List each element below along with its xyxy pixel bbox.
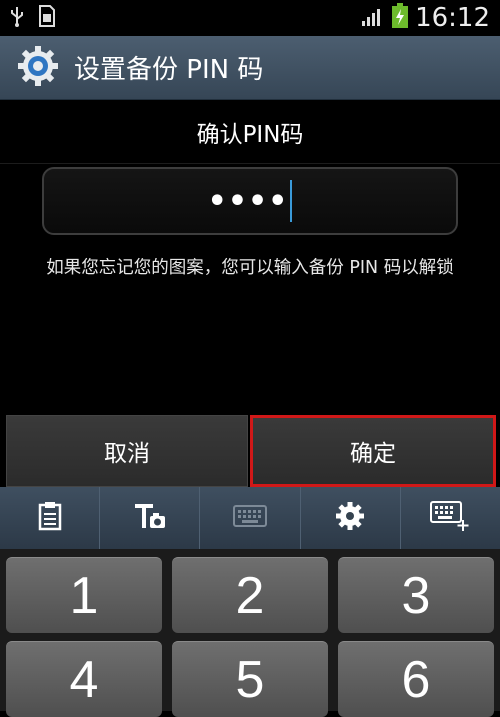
key-6[interactable]: 6 bbox=[338, 641, 494, 717]
text-cursor bbox=[290, 180, 293, 222]
signal-icon bbox=[361, 5, 385, 31]
key-2[interactable]: 2 bbox=[172, 557, 328, 633]
keyboard-toolbar bbox=[0, 487, 500, 549]
numeric-keypad: 1 2 3 4 5 6 bbox=[0, 549, 500, 717]
status-bar: 16:12 bbox=[0, 0, 500, 36]
confirm-pin-heading: 确认PIN码 bbox=[0, 100, 500, 164]
pin-input-value: •••• bbox=[207, 183, 289, 219]
keyboard-resize-button[interactable] bbox=[401, 487, 500, 549]
usb-icon bbox=[10, 5, 24, 31]
handwriting-icon bbox=[133, 500, 167, 536]
page-title: 设置备份 PIN 码 bbox=[74, 55, 264, 85]
battery-charging-icon bbox=[391, 3, 409, 33]
handwriting-button[interactable] bbox=[100, 487, 201, 549]
settings-button[interactable] bbox=[301, 487, 401, 549]
key-1[interactable]: 1 bbox=[6, 557, 162, 633]
keyboard-button[interactable] bbox=[200, 487, 301, 549]
key-3[interactable]: 3 bbox=[338, 557, 494, 633]
confirm-button[interactable]: 确定 bbox=[250, 415, 496, 487]
keyboard-icon bbox=[233, 504, 267, 532]
clipboard-button[interactable] bbox=[0, 487, 101, 549]
title-bar: 设置备份 PIN 码 bbox=[0, 36, 500, 100]
settings-gear-icon bbox=[16, 44, 60, 92]
settings-icon bbox=[335, 501, 365, 535]
clipboard-icon bbox=[37, 501, 63, 535]
keyboard-resize-icon bbox=[430, 500, 470, 536]
button-row: 取消 确定 bbox=[0, 413, 500, 487]
clock: 16:12 bbox=[415, 3, 490, 33]
sim-icon bbox=[38, 4, 56, 32]
pin-input[interactable]: •••• bbox=[42, 167, 458, 235]
key-5[interactable]: 5 bbox=[172, 641, 328, 717]
key-4[interactable]: 4 bbox=[6, 641, 162, 717]
cancel-button[interactable]: 取消 bbox=[6, 415, 248, 487]
hint-text: 如果您忘记您的图案，您可以输入备份 PIN 码以解锁 bbox=[46, 258, 454, 278]
